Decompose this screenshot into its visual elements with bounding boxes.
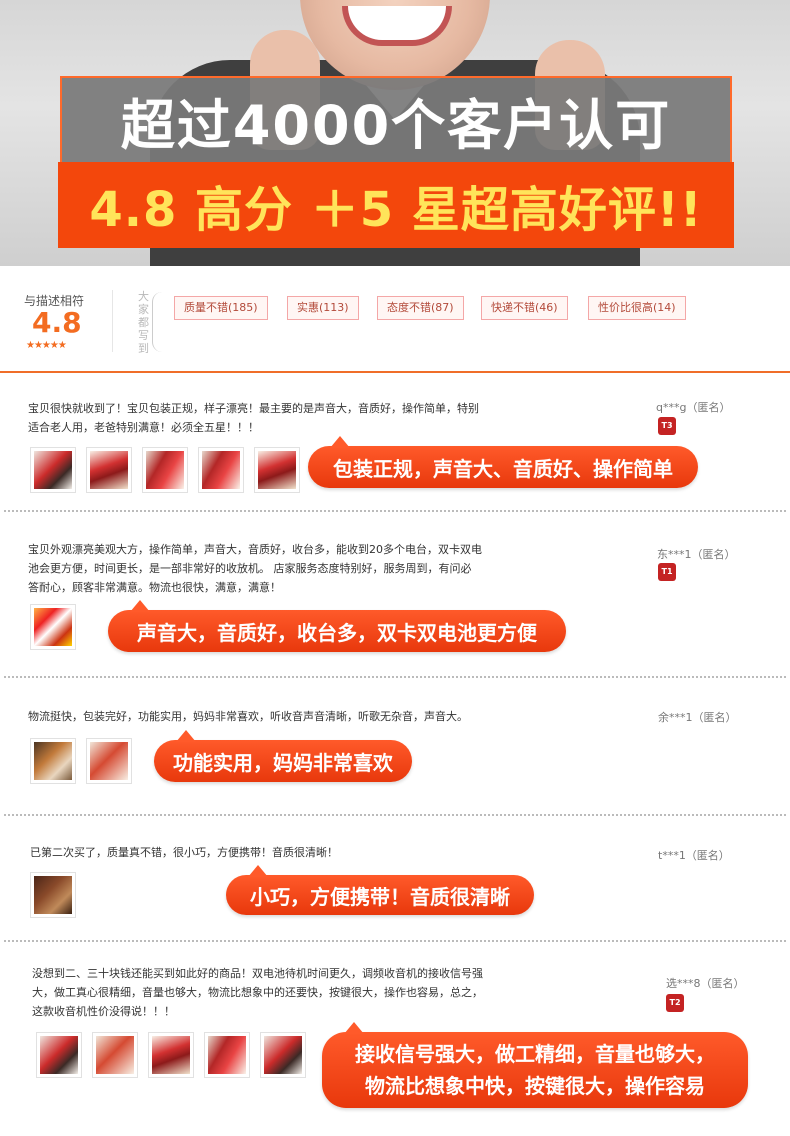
review-photo[interactable] (92, 1032, 138, 1078)
review-photo[interactable] (30, 738, 76, 784)
review-photo[interactable] (198, 447, 244, 493)
rating-summary: 与描述相符 4.8 ★★★★★ 大家都写到 质量不错(185) 实惠(113) … (0, 266, 790, 373)
score-value: 4.8 (32, 306, 82, 339)
highlight-line: 接收信号强大，做工精细，音量也够大， (355, 1042, 715, 1066)
review-text-line: 已第二次买了，质量真不错，很小巧，方便携带！音质很清晰！ (30, 846, 338, 859)
review-highlight-bubble: 功能实用，妈妈非常喜欢 (154, 730, 412, 782)
banner-headline-text: 超过4000个客户认可 (120, 93, 672, 157)
review-text: 宝贝很快就收到了！宝贝包装正规，样子漂亮！最主要的是声音大，音质好，操作简单，特… (28, 399, 479, 437)
review-text: 已第二次买了，质量真不错，很小巧，方便携带！音质很清晰！ (30, 843, 338, 862)
rank-badge-icon: T1 (658, 563, 676, 581)
review-photo[interactable] (254, 447, 300, 493)
review-photo[interactable] (86, 447, 132, 493)
reviewer-name[interactable]: t***1（匿名） (658, 847, 730, 863)
review-text-line: 大，做工真心很精细，音量也够大，物流比想象中的还要快，按键很大，操作也容易，总之… (32, 986, 483, 999)
review-text-line: 适合老人用，老爸特别满意！必须全五星！！！ (28, 421, 259, 434)
highlight-line: 物流比想象中快，按键很大，操作容易 (365, 1074, 705, 1098)
review-text-line: 宝贝外观漂亮美观大方，操作简单，声音大，音质好，收台多，能收到20多个电台，双卡… (28, 543, 482, 556)
review-separator (4, 676, 786, 678)
review-separator (4, 510, 786, 512)
star-rating-icon: ★★★★★ (26, 340, 67, 351)
review-text-line: 答耐心，顾客非常满意。物流也很快，满意，满意！ (28, 581, 281, 594)
review-tag[interactable]: 实惠(113) (287, 296, 359, 320)
review-highlight-bubble: 小巧，方便携带！音质很清晰 (226, 865, 534, 915)
review-photo[interactable] (148, 1032, 194, 1078)
reviewer-name[interactable]: q***g（匿名） (656, 399, 730, 415)
review-separator (4, 814, 786, 816)
review-text-line: 物流挺快，包装完好，功能实用，妈妈非常喜欢，听收音声音清晰，听歌无杂音，声音大。 (28, 710, 468, 723)
review-text: 物流挺快，包装完好，功能实用，妈妈非常喜欢，听收音声音清晰，听歌无杂音，声音大。 (28, 707, 468, 726)
review-highlight-bubble: 接收信号强大，做工精细，音量也够大， 物流比想象中快，按键很大，操作容易 (322, 1022, 748, 1108)
review-tag[interactable]: 性价比很高(14) (588, 296, 686, 320)
review-photo[interactable] (30, 604, 76, 650)
summary-divider (112, 290, 113, 352)
review-photo[interactable] (260, 1032, 306, 1078)
rank-badge-icon: T3 (658, 417, 676, 435)
review-separator (4, 940, 786, 942)
review-text-line: 宝贝很快就收到了！宝贝包装正规，样子漂亮！最主要的是声音大，音质好，操作简单，特… (28, 402, 479, 415)
review-highlight-bubble: 包装正规，声音大、音质好、操作简单 (308, 436, 698, 488)
review-highlight-bubble: 声音大，音质好，收台多，双卡双电池更方便 (108, 600, 566, 652)
review-tag[interactable]: 质量不错(185) (174, 296, 268, 320)
review-text: 没想到二、三十块钱还能买到如此好的商品！双电池待机时间更久，调频收音机的接收信号… (32, 964, 483, 1021)
reviewer-name[interactable]: 选***8（匿名） (666, 975, 745, 991)
reviewer-name[interactable]: 余***1（匿名） (658, 709, 737, 725)
review-photo[interactable] (30, 872, 76, 918)
section-divider (0, 371, 790, 373)
reviewer-name[interactable]: 东***1（匿名） (657, 546, 736, 562)
brace-icon (152, 292, 166, 352)
banner-headline: 超过4000个客户认可 (60, 76, 732, 162)
review-photo[interactable] (86, 738, 132, 784)
tags-heading: 大家都写到 (138, 290, 149, 355)
banner-subline-text: 4.8 高分 ＋5 星超高好评!! (89, 182, 703, 238)
review-tag[interactable]: 快递不错(46) (481, 296, 568, 320)
review-text-line: 没想到二、三十块钱还能买到如此好的商品！双电池待机时间更久，调频收音机的接收信号… (32, 967, 483, 980)
review-text-line: 池会更方便，时间更长，是一部非常好的收放机。 店家服务态度特别好，服务周到，有问… (28, 562, 472, 575)
review-photo[interactable] (36, 1032, 82, 1078)
review-photo[interactable] (142, 447, 188, 493)
review-tag[interactable]: 态度不错(87) (377, 296, 464, 320)
review-text: 宝贝外观漂亮美观大方，操作简单，声音大，音质好，收台多，能收到20多个电台，双卡… (28, 540, 482, 597)
review-text-line: 这款收音机性价没得说！！！ (32, 1005, 175, 1018)
promo-banner: 超过4000个客户认可 4.8 高分 ＋5 星超高好评!! (0, 0, 790, 266)
review-photo[interactable] (204, 1032, 250, 1078)
banner-subline: 4.8 高分 ＋5 星超高好评!! (58, 162, 734, 248)
rank-badge-icon: T2 (666, 994, 684, 1012)
review-photo[interactable] (30, 447, 76, 493)
